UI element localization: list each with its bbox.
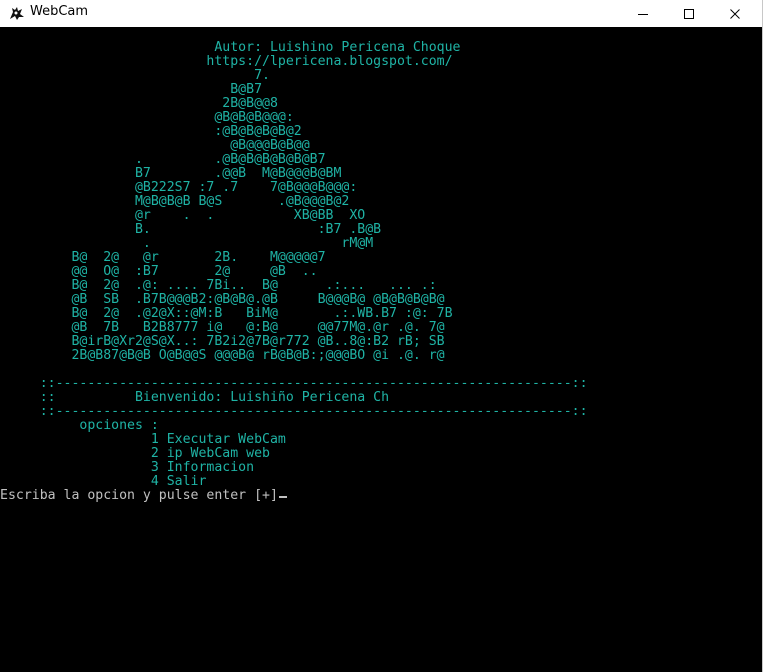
ascii-art-line: 2B@B@@8: [0, 96, 278, 111]
ascii-art-line: 2B@B87@B@B O@B@@S @@@B@ rB@B@B:;@@@BO @i…: [0, 348, 445, 363]
ascii-art-line: @B@@@B@B@@: [0, 138, 310, 153]
ascii-art-line: B@B7: [0, 82, 263, 97]
ascii-art-line: @r . . XB@BB XO: [0, 208, 366, 223]
maximize-button[interactable]: [666, 0, 712, 27]
input-prompt: Escriba la opcion y pulse enter [+]: [0, 488, 278, 503]
ascii-art-line: 7.: [0, 68, 270, 83]
input-prompt-line[interactable]: Escriba la opcion y pulse enter [+]: [0, 489, 287, 503]
options-heading: opciones :: [0, 418, 159, 433]
ascii-art-line: B@irB@Xr2@S@X..: 7B2i2@7B@r772 @B..8@:B2…: [0, 334, 445, 349]
text-cursor: [278, 496, 287, 498]
menu-border-top: ::--------------------------------------…: [0, 376, 588, 391]
ascii-art-line: B. :B7 .B@B: [0, 222, 382, 237]
close-button[interactable]: [712, 0, 758, 27]
ascii-art-line: B@ 2@ @r 2B. M@@@@@7: [0, 250, 326, 265]
banner-author-line: Autor: Luishino Pericena Choque: [0, 40, 461, 55]
option-informacion: 3 Informacion: [0, 460, 255, 475]
minimize-button[interactable]: [620, 0, 666, 27]
option-salir: 4 Salir: [0, 474, 207, 489]
close-icon: [730, 8, 740, 19]
banner-url-line: https://lpericena.blogspot.com/: [0, 54, 453, 69]
ascii-art-line: @B SB .B7B@@@B2:@B@B@.@B B@@@B@ @B@B@B@B…: [0, 292, 445, 307]
ascii-art-line: B@ 2@ .@2@X::@M:B BiM@ .:.WB.B7 :@: 7B: [0, 306, 453, 321]
option-ip-webcam-web: 2 ip WebCam web: [0, 446, 270, 461]
ascii-art-line: @@ O@ :B7 2@ @B ..: [0, 264, 318, 279]
ascii-art-line: . .@B@B@B@B@B@B7: [0, 152, 326, 167]
ascii-art-line: B@ 2@ .@: .... 7Bi.. B@ .:... ... .:: [0, 278, 437, 293]
webcam-app-icon: [8, 4, 26, 22]
ascii-art-line: @B@B@B@@@:: [0, 110, 294, 125]
menu-border-bottom: ::--------------------------------------…: [0, 404, 588, 419]
ascii-art-line: . rM@M: [0, 236, 374, 251]
maximize-icon: [684, 8, 694, 19]
welcome-message: :: Bienvenido: Luishiño Pericena Ch: [0, 390, 390, 405]
ascii-art-line: M@B@B@B B@S .@B@@@B@2: [0, 194, 350, 209]
window-title: WebCam: [30, 4, 89, 19]
option-executar-webcam: 1 Executar WebCam: [0, 432, 286, 447]
title-bar[interactable]: WebCam: [0, 0, 762, 27]
console-output[interactable]: Autor: Luishino Pericena Choque https://…: [0, 27, 762, 672]
ascii-art-line: :@B@B@B@B@2: [0, 124, 302, 139]
minimize-icon: [638, 13, 648, 15]
ascii-art-line: @B222S7 :7 .7 7@B@@@B@@@:: [0, 180, 358, 195]
ascii-art-line: B7 .@@B M@B@@@B@BM: [0, 166, 342, 181]
console-window: WebCam Autor: Luishino Pericena Choque h…: [0, 0, 763, 672]
ascii-art-line: @B 7B B2B8777 i@ @:B@ @@77M@.@r .@. 7@: [0, 320, 445, 335]
